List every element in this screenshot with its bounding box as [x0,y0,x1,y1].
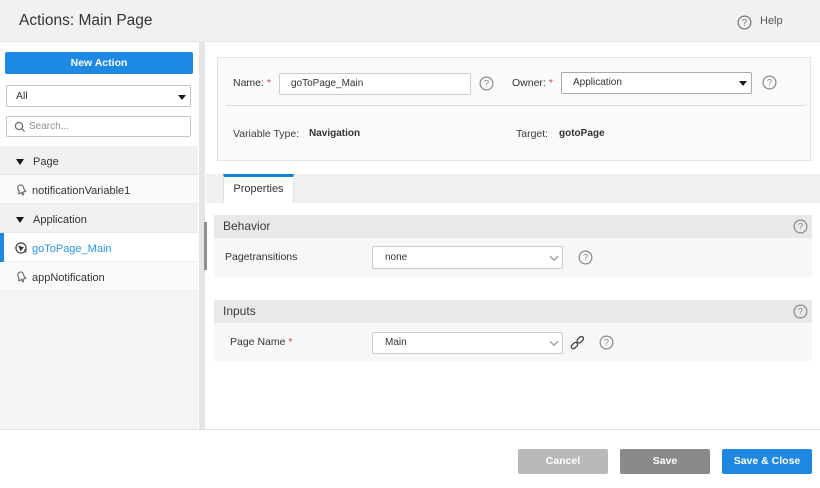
svg-text:?: ? [767,78,772,88]
svg-text:?: ? [798,222,803,232]
svg-text:?: ? [798,307,803,317]
svg-text:?: ? [742,18,747,28]
svg-text:?: ? [604,338,609,348]
svg-text:?: ? [583,253,588,263]
svg-text:?: ? [484,79,489,89]
